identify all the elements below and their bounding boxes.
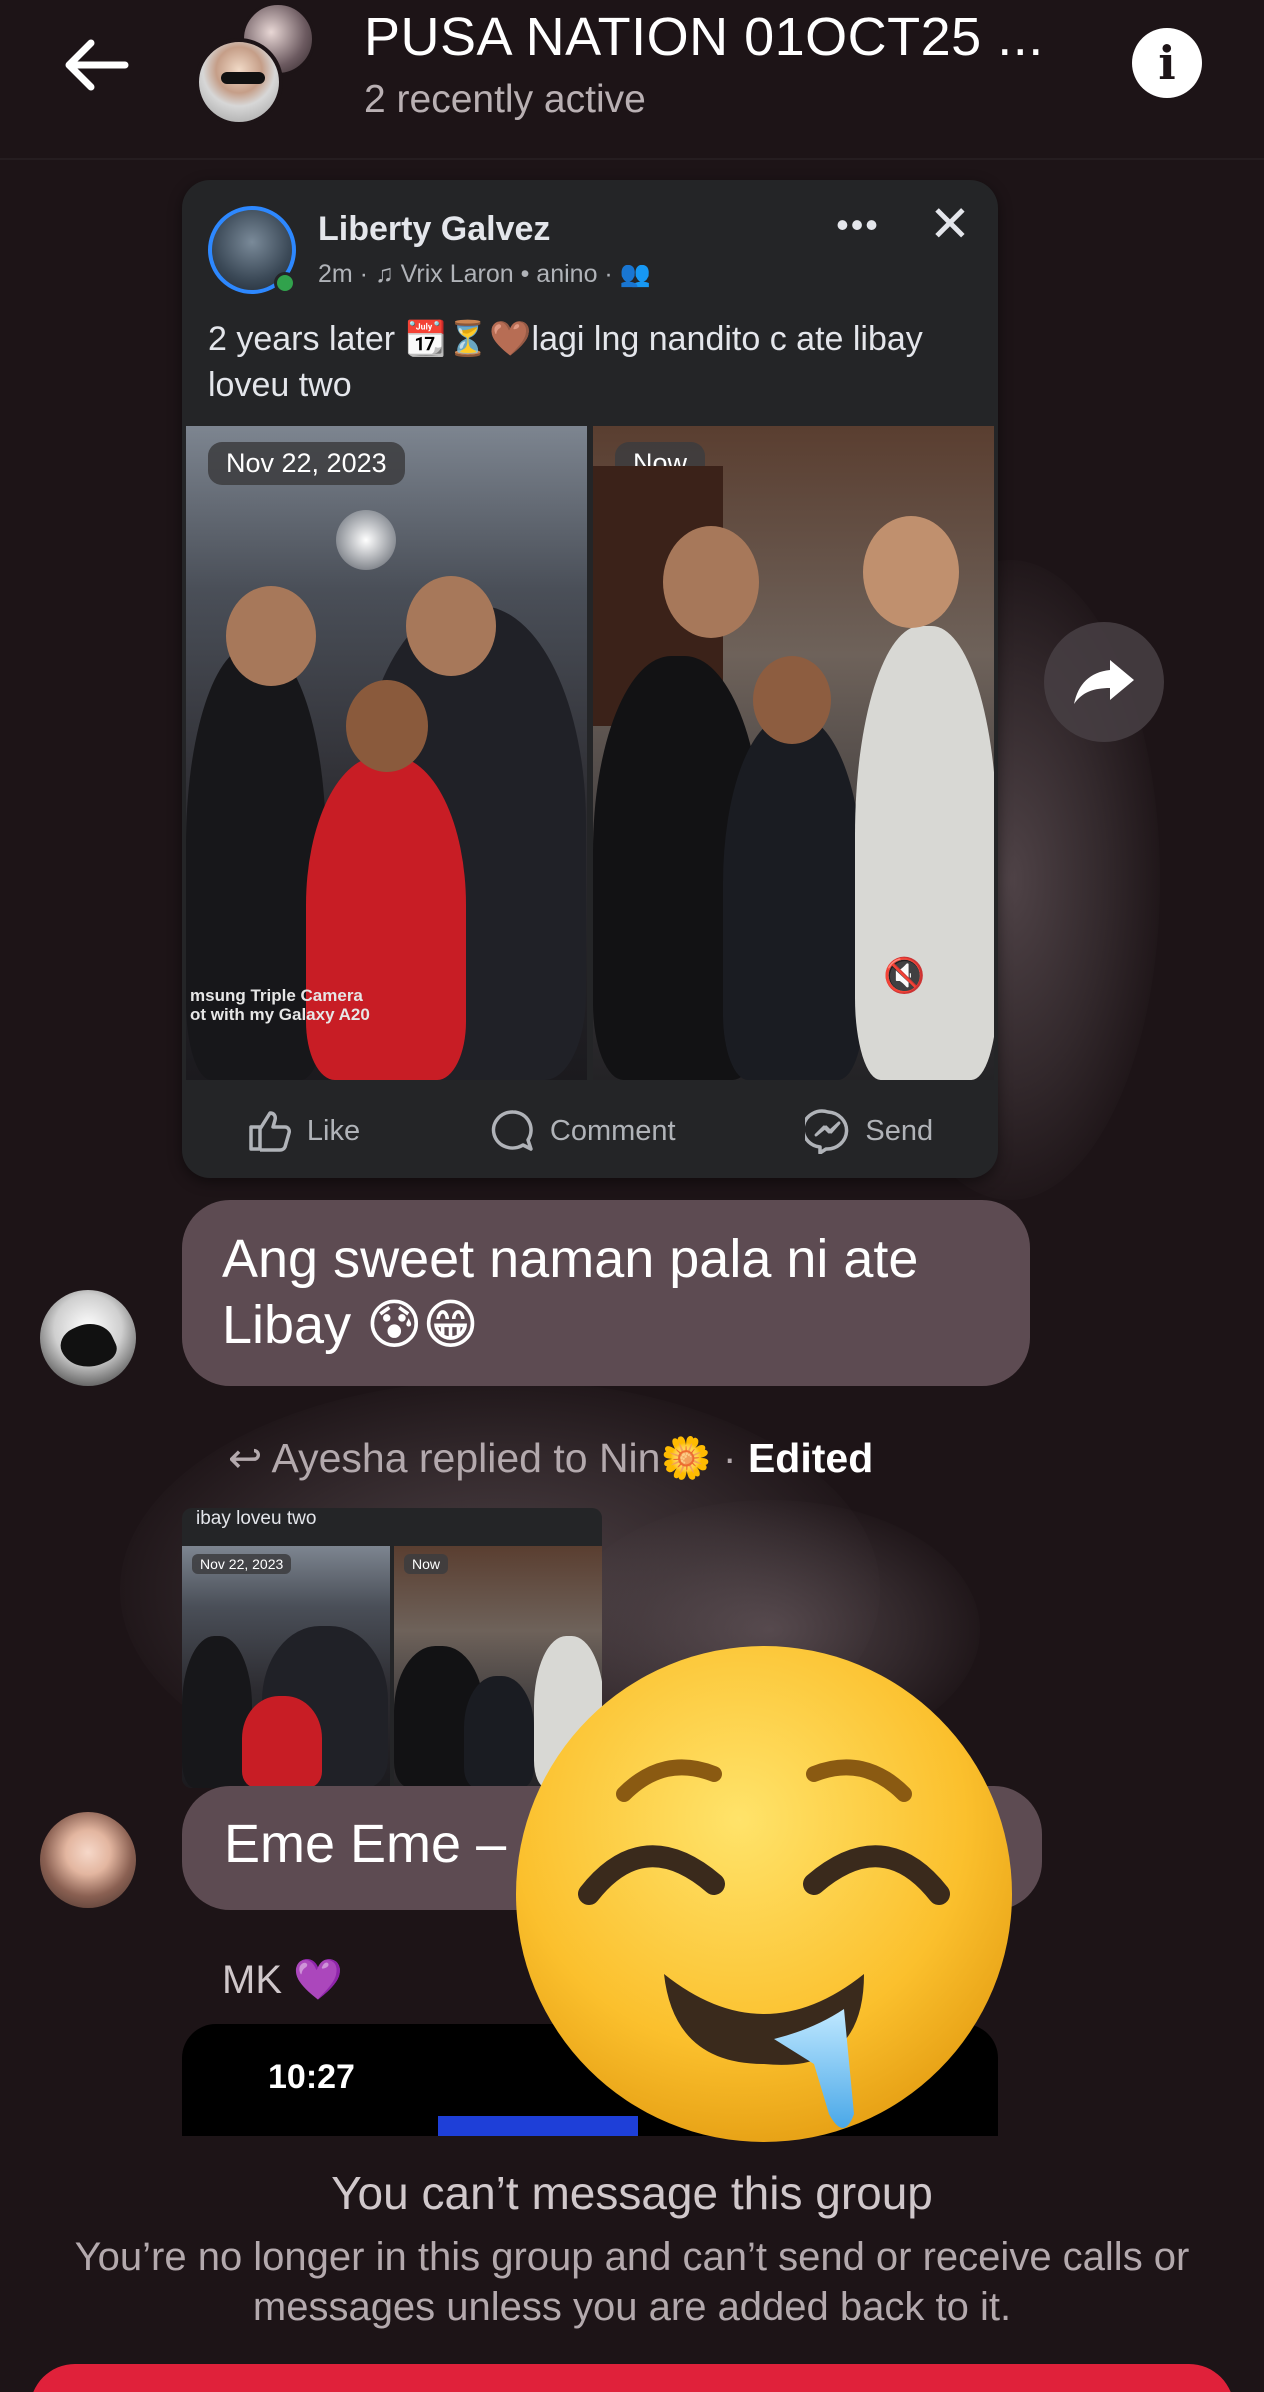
close-button[interactable]: ✕ [922, 196, 978, 252]
post-author-name[interactable]: Liberty Galvez [318, 210, 550, 249]
sender-avatar[interactable] [40, 1290, 136, 1386]
date-tag: Nov 22, 2023 [192, 1554, 292, 1574]
date-tag: Nov 22, 2023 [208, 442, 405, 485]
forward-button[interactable] [1044, 622, 1164, 742]
watermark-line: ot with my Galaxy A20 [190, 1005, 370, 1024]
attachment-time: 10:27 [268, 2058, 355, 2096]
reply-prefix: Ayesha replied to Nin🌼 [271, 1435, 712, 1481]
message-bubble[interactable]: Ang sweet naman pala ni ate Libay 😰😁 [182, 1200, 1030, 1386]
post-meta-text: 2m · ♫ Vrix Laron • anino · [318, 260, 620, 288]
friends-icon: 👥 [619, 260, 651, 288]
divider [0, 158, 1264, 160]
messenger-icon [805, 1109, 849, 1154]
delete-chat-button[interactable] [30, 2364, 1234, 2392]
member-avatar [195, 38, 283, 126]
preview-photo-before: Nov 22, 2023 [182, 1546, 390, 1788]
post-meta: 2m · ♫ Vrix Laron • anino · 👥 [318, 260, 651, 289]
reply-separator: · [711, 1435, 748, 1481]
like-button[interactable]: Like [247, 1109, 360, 1153]
send-button[interactable]: Send [805, 1108, 933, 1154]
info-icon: i [1158, 36, 1176, 90]
reply-icon: ↩ [228, 1435, 272, 1481]
online-indicator [274, 272, 296, 294]
reply-context: ↩ Ayesha replied to Nin🌼 · Edited [228, 1434, 873, 1483]
photo-before[interactable]: Nov 22, 2023 msung Triple Camera ot with… [186, 426, 587, 1080]
blocked-description: You’re no longer in this group and can’t… [74, 2235, 1190, 2329]
drooling-face-emoji [516, 1646, 1012, 2142]
post-text: 2 years later 📆⏳🤎lagi lng nandito c ate … [208, 320, 923, 404]
more-options-button[interactable]: ••• [828, 204, 888, 245]
group-title[interactable]: PUSA NATION 01OCT25 ... [364, 6, 1044, 68]
photo-now[interactable]: Now 🔇 [593, 426, 994, 1080]
sender-name: MK 💜 [222, 1958, 343, 2002]
sender-avatar[interactable] [40, 1812, 136, 1908]
watermark-line: msung Triple Camera [190, 986, 363, 1005]
group-avatar[interactable] [195, 2, 325, 127]
preview-text: ibay loveu two [196, 1508, 317, 1529]
post-actions: Like Comment Send [182, 1092, 998, 1170]
comment-button[interactable]: Comment [490, 1108, 676, 1154]
post-photos[interactable]: Nov 22, 2023 msung Triple Camera ot with… [186, 426, 994, 1080]
forward-icon [1074, 660, 1134, 704]
back-button[interactable] [56, 30, 136, 100]
info-button[interactable]: i [1132, 28, 1202, 98]
active-status: 2 recently active [364, 78, 646, 121]
blocked-title: You can’t message this group [331, 2167, 933, 2219]
mute-icon[interactable]: 🔇 [883, 956, 925, 996]
shared-post-card[interactable]: Liberty Galvez 2m · ♫ Vrix Laron • anino… [182, 180, 998, 1178]
thumbs-up-icon [249, 1111, 291, 1152]
like-label: Like [306, 1114, 361, 1147]
arrow-left-icon [65, 39, 129, 91]
date-tag: Now [404, 1554, 449, 1574]
edited-label: Edited [747, 1435, 874, 1481]
chat-header: PUSA NATION 01OCT25 ... 2 recently activ… [0, 0, 1264, 160]
comment-label: Comment [549, 1114, 676, 1147]
comment-icon [491, 1110, 533, 1151]
camera-watermark: msung Triple Camera ot with my Galaxy A2… [190, 986, 370, 1024]
send-label: Send [865, 1114, 934, 1147]
